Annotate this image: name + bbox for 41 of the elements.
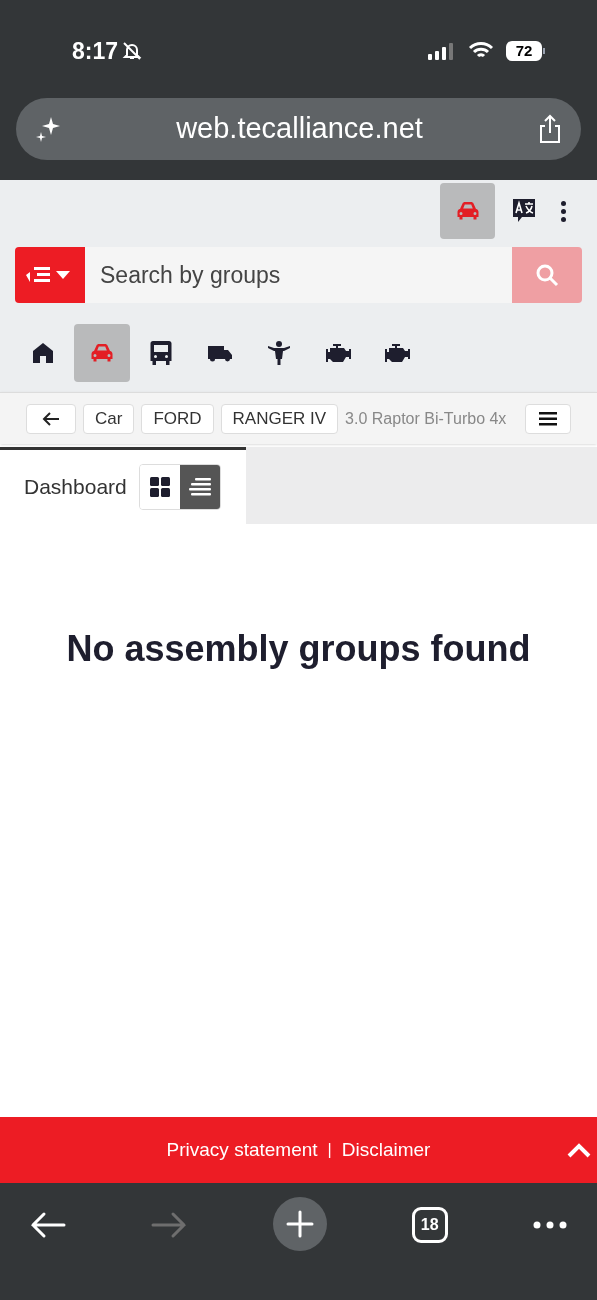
chevron-up-icon[interactable] bbox=[567, 1142, 591, 1158]
address-bar[interactable]: web.tecalliance.net bbox=[16, 98, 581, 160]
dashboard-tab[interactable]: Dashboard bbox=[0, 447, 246, 524]
car-icon bbox=[455, 201, 480, 221]
tabs-count-button[interactable]: 18 bbox=[411, 1207, 448, 1243]
disclaimer-link[interactable]: Disclaimer bbox=[341, 1135, 431, 1165]
view-toggle[interactable] bbox=[179, 465, 220, 509]
menu-button[interactable] bbox=[525, 403, 571, 434]
translate-icon bbox=[512, 198, 536, 224]
privacy-link[interactable]: Privacy statement bbox=[166, 1135, 318, 1165]
back-arrow-icon[interactable] bbox=[30, 1211, 66, 1239]
back-button[interactable] bbox=[26, 403, 76, 434]
url-text: web.tecalliance.net bbox=[176, 111, 423, 147]
new-tab-button[interactable] bbox=[272, 1197, 327, 1251]
battery-icon: 72 bbox=[506, 41, 545, 61]
muted-bell-icon bbox=[122, 41, 143, 61]
search-field[interactable]: Search by groups bbox=[85, 247, 512, 303]
home-icon bbox=[32, 342, 54, 364]
plus-icon bbox=[285, 1210, 314, 1238]
menu-icon bbox=[539, 411, 557, 426]
list-icon bbox=[188, 478, 211, 496]
share-icon[interactable] bbox=[537, 114, 563, 144]
group-menu-button[interactable] bbox=[15, 247, 85, 303]
breadcrumb-link[interactable]: RANGER IV bbox=[220, 403, 339, 434]
engine-icon bbox=[325, 343, 351, 363]
van-icon bbox=[207, 344, 233, 362]
breadcrumb-link[interactable]: FORD bbox=[141, 403, 214, 434]
more-icon[interactable] bbox=[533, 1221, 567, 1229]
separator-text: | bbox=[327, 1140, 332, 1160]
grid-icon bbox=[149, 477, 170, 497]
search-icon bbox=[535, 263, 559, 287]
car-icon bbox=[90, 343, 114, 363]
engine-icon bbox=[384, 343, 410, 363]
signal-icon bbox=[428, 42, 456, 60]
clock-time: 8:17 bbox=[72, 36, 119, 66]
model-text: 3.0 Raptor Bi-Turbo 4x bbox=[345, 408, 507, 429]
breadcrumb-link[interactable]: Car bbox=[83, 403, 135, 434]
back-arrow-icon bbox=[41, 410, 61, 427]
bus-icon bbox=[149, 340, 173, 366]
empty-message: No assembly groups found bbox=[66, 627, 531, 671]
tab-label: Dashboard bbox=[24, 474, 127, 501]
